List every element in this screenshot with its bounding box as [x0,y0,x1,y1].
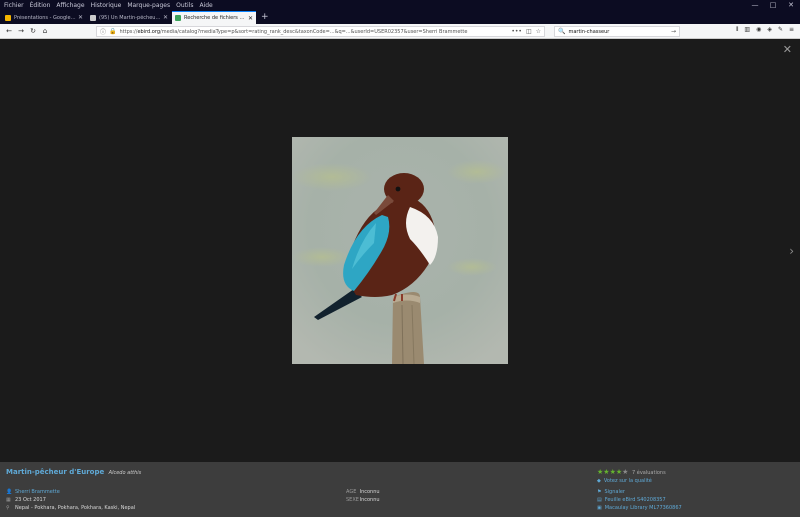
menu-edition[interactable]: Édition [30,2,51,9]
extension-icon[interactable]: ◈ [767,26,772,34]
flag-icon: ⚑ [597,489,602,495]
back-arrow-icon[interactable]: ← [3,27,15,35]
page-actions-icon[interactable]: ••• [511,28,522,35]
pocket-icon[interactable]: ◫ [526,28,532,35]
rate-icon: ◆ [597,478,601,484]
close-window-icon[interactable]: ✕ [782,0,800,10]
navigation-bar: ← → ↻ ⌂ ⓘ 🔒 https://ebird.org/media/cata… [0,24,800,39]
sex-label: SEXE [346,497,359,503]
window-controls: — □ ✕ [746,0,800,10]
tab-label: (95) Un Martin-pêcheur d'Europe [99,14,161,21]
browser-window: { "menubar": { "items": ["Fichier", "Édi… [0,0,800,517]
checklist-link[interactable]: Feuille eBird S40208357 [605,497,666,503]
video-favicon-icon [90,14,96,21]
menu-historique[interactable]: Historique [91,2,122,9]
observation-meta: 👤 Sherri Brammette ▦ 23 Oct 2017 ⚲ Nepal - … [6,488,135,512]
species-title: Martin-pêcheur d'Europe Alcedo atthis [6,468,141,476]
tab-close-icon[interactable]: ✕ [163,14,168,21]
media-viewer: ✕ › [0,40,800,462]
search-icon: 🔍 [558,28,566,35]
new-tab-icon[interactable]: + [261,11,269,24]
macaulay-link[interactable]: Macaulay Library ML77360867 [605,505,682,511]
age-sex-details: AGE Inconnu SEXE Inconnu [346,488,380,504]
search-input[interactable]: martin-chasseur [568,29,670,35]
bird-photo[interactable] [292,137,508,364]
tab-close-icon[interactable]: ✕ [78,14,83,21]
menu-hamburger-icon[interactable]: ≡ [789,26,794,34]
eyedropper-icon[interactable]: ✎ [778,26,783,34]
minimize-icon[interactable]: — [746,0,764,10]
menu-bar: Fichier Édition Affichage Historique Mar… [0,0,800,10]
tab-label: Présentations - Google Slides [14,14,76,21]
observation-date: 23 Oct 2017 [15,497,46,503]
checklist-icon: ▤ [597,497,602,503]
tab-close-icon[interactable]: ✕ [248,15,253,22]
sidebar-icon[interactable]: ▥ [744,26,750,34]
report-link[interactable]: Signaler [604,489,625,495]
library-icon[interactable]: ⫴ [736,26,739,34]
next-arrow-icon[interactable]: › [789,244,794,258]
observer-link[interactable]: Sherri Brammette [15,488,60,496]
calendar-icon: ▦ [6,497,11,503]
menu-fichier[interactable]: Fichier [4,2,24,9]
search-bar[interactable]: 🔍 martin-chasseur → [554,26,680,37]
sex-value: Inconnu [359,497,380,503]
ebird-favicon-icon [175,15,181,21]
url-bar[interactable]: ⓘ 🔒 https://ebird.org/media/catalog?medi… [96,26,545,37]
search-go-arrow-icon[interactable]: → [671,28,676,35]
species-scientific-name: Alcedo atthis [108,470,142,476]
menu-outils[interactable]: Outils [176,2,193,9]
url-text[interactable]: https://ebird.org/media/catalog?mediaTyp… [120,29,508,35]
maximize-icon[interactable]: □ [764,0,782,10]
age-value: Inconnu [359,489,380,495]
toolbar-icons: ⫴ ▥ ◉ ◈ ✎ ≡ [730,26,794,34]
age-label: AGE [346,489,357,495]
tab-label: Recherche de fichiers audio et [184,15,246,21]
tab-recherche-fichiers[interactable]: Recherche de fichiers audio et ✕ [172,11,256,24]
menu-aide[interactable]: Aide [199,2,212,9]
location-pin-icon: ⚲ [6,505,10,511]
tab-martin-pecheur[interactable]: (95) Un Martin-pêcheur d'Europe ✕ [87,11,171,24]
tab-google-slides[interactable]: Présentations - Google Slides ✕ [2,11,86,24]
tab-bar: Présentations - Google Slides ✕ (95) Un … [0,10,800,24]
species-common-name[interactable]: Martin-pêcheur d'Europe [6,468,104,476]
rating-and-links: ★★★★★ 7 évaluations ◆ Votez sur la qualit… [597,468,682,512]
sync-icon[interactable]: ◉ [756,26,761,34]
close-viewer-icon[interactable]: ✕ [783,43,792,56]
user-icon: 👤 [6,489,13,495]
rate-quality-link[interactable]: Votez sur la qualité [604,478,652,484]
macaulay-icon: ▣ [597,505,602,511]
lock-icon[interactable]: 🔒 [109,28,116,35]
menu-affichage[interactable]: Affichage [56,2,84,9]
forward-arrow-icon[interactable]: → [15,27,27,35]
rating-stars: ★★★★★ [597,468,628,476]
observation-location: Nepal - Pokhara, Pokhara, Pokhara, Kaski… [15,505,136,511]
slides-favicon-icon [5,14,11,21]
menu-marque-pages[interactable]: Marque-pages [127,2,170,9]
star-empty-icon: ★ [622,468,629,476]
home-icon[interactable]: ⌂ [39,27,51,35]
reload-icon[interactable]: ↻ [27,27,39,35]
rating-count: 7 évaluations [632,470,666,476]
kingfisher-illustration [292,137,508,364]
info-icon[interactable]: ⓘ [100,27,106,36]
media-info-panel: Martin-pêcheur d'Europe Alcedo atthis 👤 S… [0,462,800,517]
bookmark-star-icon[interactable]: ☆ [536,28,541,35]
